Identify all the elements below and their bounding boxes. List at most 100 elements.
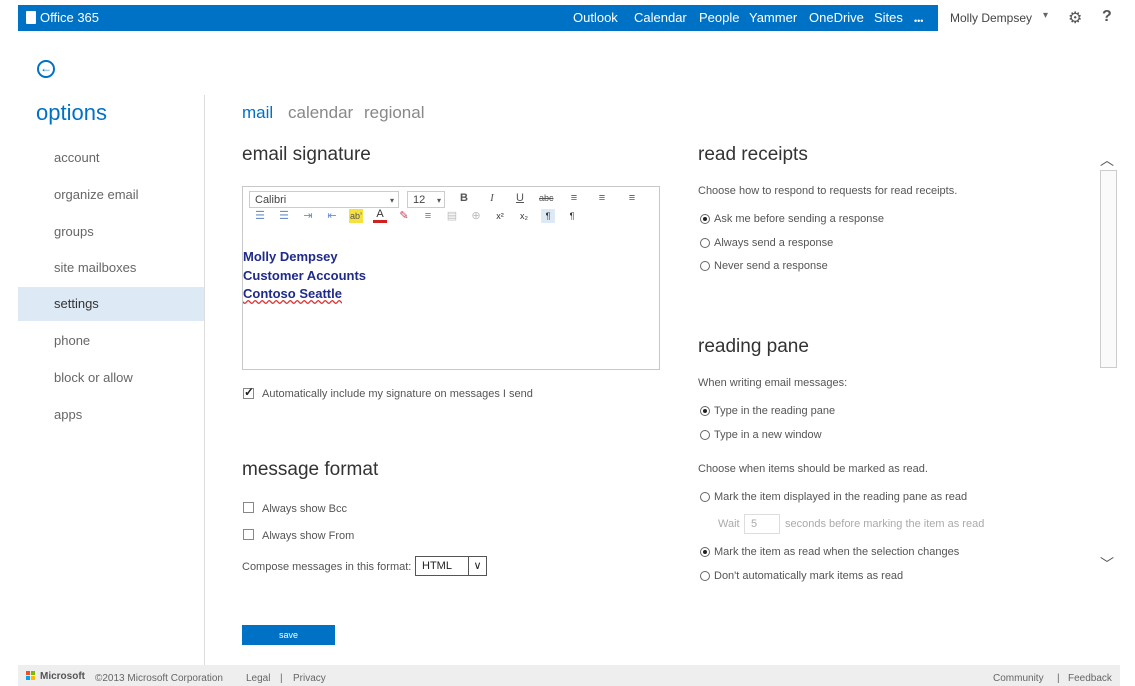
mark-displayed-radio[interactable] xyxy=(700,492,710,502)
line-spacing-icon[interactable]: ≡ xyxy=(421,209,435,223)
clear-formatting-icon[interactable]: ✎ xyxy=(397,209,411,223)
community-link[interactable]: Community xyxy=(993,673,1044,684)
help-icon[interactable]: ? xyxy=(1102,8,1112,26)
insert-image-icon[interactable]: ▤ xyxy=(445,209,459,223)
chevron-down-icon: ▾ xyxy=(436,196,441,205)
font-color-icon[interactable]: A xyxy=(373,209,387,223)
tab-calendar[interactable]: calendar xyxy=(288,103,353,123)
font-size-select[interactable]: 12 ▾ xyxy=(407,191,445,208)
footer: Microsoft ©2013 Microsoft Corporation Le… xyxy=(18,665,1120,686)
sidebar-item-apps[interactable]: apps xyxy=(18,398,204,432)
font-size-value: 12 xyxy=(413,194,426,206)
privacy-link[interactable]: Privacy xyxy=(293,673,326,684)
sidebar-item-groups[interactable]: groups xyxy=(18,215,204,249)
microsoft-wordmark: Microsoft xyxy=(40,671,85,682)
compose-format-select[interactable]: HTML ∨ xyxy=(415,556,487,576)
subscript-icon[interactable]: x₂ xyxy=(517,209,531,223)
sidebar-item-block-or-allow[interactable]: block or allow xyxy=(18,361,204,395)
highlight-icon[interactable]: ab’ xyxy=(349,209,363,223)
outdent-icon[interactable]: ⇤ xyxy=(325,209,339,223)
user-menu[interactable]: Molly Dempsey ▾ ⚙ ? xyxy=(938,5,1120,31)
legal-link[interactable]: Legal xyxy=(246,673,270,684)
save-button[interactable]: save xyxy=(242,625,335,645)
mark-selection-radio[interactable] xyxy=(700,547,710,557)
mark-read-label: Choose when items should be marked as re… xyxy=(698,463,928,475)
nav-yammer[interactable]: Yammer xyxy=(749,9,797,27)
office365-logo[interactable]: Office 365 xyxy=(26,9,99,27)
superscript-icon[interactable]: x² xyxy=(493,209,507,223)
always-show-bcc-checkbox[interactable] xyxy=(243,502,254,513)
type-new-window-radio[interactable] xyxy=(700,430,710,440)
indent-icon[interactable]: ⇥ xyxy=(301,209,315,223)
options-title: options xyxy=(36,100,107,125)
vertical-divider xyxy=(204,95,205,665)
align-center-icon[interactable]: ≡ xyxy=(595,191,609,205)
mark-displayed-label: Mark the item displayed in the reading p… xyxy=(714,491,968,503)
scrollbar-thumb[interactable] xyxy=(1100,170,1117,368)
auto-include-signature-label: Automatically include my signature on me… xyxy=(262,388,533,400)
nav-calendar[interactable]: Calendar xyxy=(634,9,687,27)
receipt-ask-label: Ask me before sending a response xyxy=(714,213,884,225)
read-receipts-heading: read receipts xyxy=(698,144,808,165)
footer-separator: | xyxy=(280,673,283,684)
user-name[interactable]: Molly Dempsey xyxy=(950,11,1032,25)
bold-icon[interactable]: B xyxy=(457,191,471,205)
receipt-never-radio[interactable] xyxy=(700,261,710,271)
rtl-icon[interactable]: ¶ xyxy=(565,209,579,223)
strikethrough-icon[interactable]: abc xyxy=(539,191,554,205)
sidebar-item-label: site mailboxes xyxy=(54,260,137,275)
scroll-down-icon[interactable]: ﹀ xyxy=(1100,554,1114,574)
type-reading-pane-label: Type in the reading pane xyxy=(714,405,836,417)
numbering-icon[interactable]: ☰ xyxy=(277,209,291,223)
gear-icon[interactable]: ⚙ xyxy=(1068,8,1082,28)
ltr-icon[interactable]: ¶ xyxy=(541,209,555,223)
align-right-icon[interactable]: ≡ xyxy=(625,191,639,205)
scroll-up-icon[interactable]: ︿ xyxy=(1100,150,1114,170)
nav-more[interactable]: ••• xyxy=(914,12,923,30)
insert-link-icon[interactable]: ⊕ xyxy=(469,209,483,223)
tab-mail[interactable]: mail xyxy=(242,103,273,123)
sidebar-item-phone[interactable]: phone xyxy=(18,324,204,358)
compose-format-value: HTML xyxy=(422,560,452,572)
sidebar-item-account[interactable]: account xyxy=(18,141,204,175)
sidebar-item-label: account xyxy=(54,150,100,165)
chevron-down-icon: ∨ xyxy=(468,557,486,575)
nav-outlook[interactable]: Outlook xyxy=(573,9,618,27)
wait-suffix-label: seconds before marking the item as read xyxy=(785,518,985,530)
mark-never-radio[interactable] xyxy=(700,571,710,581)
feedback-link[interactable]: Feedback xyxy=(1068,673,1112,684)
sidebar-item-label: block or allow xyxy=(54,370,133,385)
wait-label: Wait xyxy=(718,518,740,530)
align-left-icon[interactable]: ≡ xyxy=(567,191,581,205)
sidebar-item-label: settings xyxy=(54,296,99,311)
receipt-ask-radio[interactable] xyxy=(700,214,710,224)
underline-icon[interactable]: U xyxy=(513,191,527,205)
wait-seconds-input[interactable]: 5 xyxy=(744,514,780,534)
copyright: ©2013 Microsoft Corporation xyxy=(95,673,223,684)
tab-regional[interactable]: regional xyxy=(364,103,425,123)
auto-include-signature-checkbox[interactable] xyxy=(243,385,254,399)
receipt-always-radio[interactable] xyxy=(700,238,710,248)
nav-people[interactable]: People xyxy=(699,9,739,27)
sidebar-item-label: apps xyxy=(54,407,83,422)
sidebar-item-organize-email[interactable]: organize email xyxy=(18,178,204,212)
font-family-select[interactable]: Calibri ▾ xyxy=(249,191,399,208)
font-family-value: Calibri xyxy=(255,194,287,206)
chevron-down-icon[interactable]: ▾ xyxy=(1043,10,1048,21)
bullets-icon[interactable]: ☰ xyxy=(253,209,267,223)
back-arrow-icon[interactable]: ← xyxy=(37,60,55,78)
message-format-heading: message format xyxy=(242,459,379,480)
always-show-from-checkbox[interactable] xyxy=(243,529,254,540)
signature-line-department: Customer Accounts xyxy=(243,268,367,283)
type-reading-pane-radio[interactable] xyxy=(700,406,710,416)
signature-editor[interactable]: Calibri ▾ 12 ▾ B I U abc ≡ ≡ ≡ ☰ ☰ ⇥ ⇤ ab’… xyxy=(242,186,660,370)
nav-onedrive[interactable]: OneDrive xyxy=(809,9,864,27)
reading-pane-heading: reading pane xyxy=(698,336,809,357)
sidebar-item-site-mailboxes[interactable]: site mailboxes xyxy=(18,251,204,285)
always-show-from-label: Always show From xyxy=(262,530,355,542)
sidebar-item-label: phone xyxy=(54,333,91,348)
nav-sites[interactable]: Sites xyxy=(874,9,903,27)
sidebar-item-settings[interactable]: settings xyxy=(18,287,204,321)
italic-icon[interactable]: I xyxy=(485,191,499,205)
top-navigation-bar: Office 365 Outlook Calendar People Yamme… xyxy=(18,5,1120,31)
